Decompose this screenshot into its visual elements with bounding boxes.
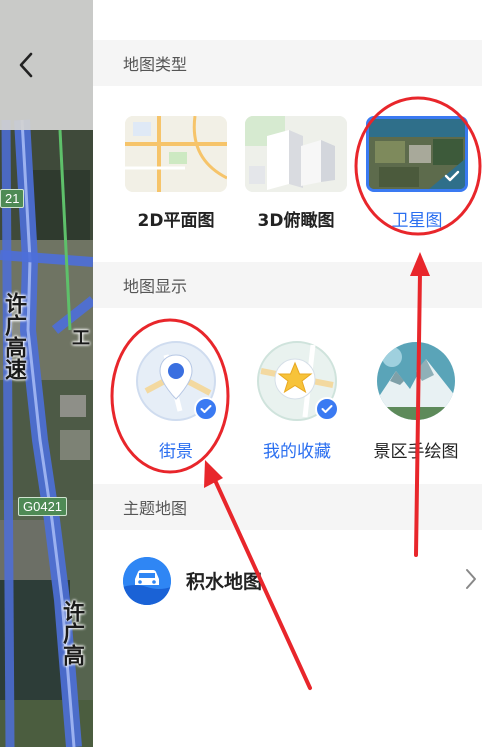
map-display-option-scenic[interactable]: 景区手绘图 (361, 341, 471, 462)
map-display-option-streetview[interactable]: 街景 (121, 341, 231, 462)
2d-map-thumbnail-icon (125, 116, 227, 192)
back-button[interactable] (18, 52, 52, 86)
map-display-option-favorites[interactable]: 我的收藏 (242, 341, 352, 462)
3d-buildings-thumbnail-icon (245, 116, 347, 192)
star-icon (257, 341, 339, 421)
section-title: 地图类型 (123, 55, 188, 74)
chevron-left-icon (19, 52, 33, 78)
map-type-option-3d[interactable]: 3D俯瞰图 (244, 116, 348, 231)
road-name-label: 许广高 (59, 600, 84, 666)
hand-drawn-scenic-icon (376, 341, 456, 421)
section-header-map-type: 地图类型 (93, 40, 482, 86)
section-header-theme-map: 主题地图 (93, 484, 482, 530)
map-layer-panel: 地图类型 2D平面图 3D俯瞰图 卫星图 地图显示 街景 我的收藏 景区手绘图 … (93, 0, 482, 747)
map-display-label: 我的收藏 (263, 442, 331, 462)
selected-check-icon (194, 397, 218, 421)
map-type-label: 3D俯瞰图 (257, 211, 335, 231)
road-name-label: 许广高速 (1, 292, 26, 380)
theme-map-item-waterlogging[interactable]: 积水地图 (93, 543, 482, 617)
satellite-thumbnail-icon (366, 116, 468, 192)
map-display-label: 街景 (159, 442, 193, 462)
car-water-icon (123, 557, 171, 605)
section-title: 地图显示 (123, 277, 188, 296)
selected-check-icon (442, 166, 462, 186)
section-title: 主题地图 (123, 499, 188, 518)
selected-check-icon (315, 397, 339, 421)
location-pin-icon (136, 341, 218, 421)
map-type-label: 卫星图 (391, 211, 443, 231)
chevron-right-icon (466, 569, 476, 589)
road-name-label: 工 (69, 328, 90, 346)
road-number-badge: 21 (0, 189, 25, 208)
road-number-badge: G0421 (18, 497, 68, 516)
satellite-map-background[interactable]: 21 G0421 许广高速 许广高 工 (0, 0, 93, 747)
map-type-option-satellite[interactable]: 卫星图 (365, 116, 469, 231)
map-type-label: 2D平面图 (137, 211, 215, 231)
theme-map-label: 积水地图 (186, 571, 263, 593)
map-display-label: 景区手绘图 (373, 442, 459, 462)
section-header-map-display: 地图显示 (93, 262, 482, 308)
map-type-option-2d[interactable]: 2D平面图 (124, 116, 228, 231)
